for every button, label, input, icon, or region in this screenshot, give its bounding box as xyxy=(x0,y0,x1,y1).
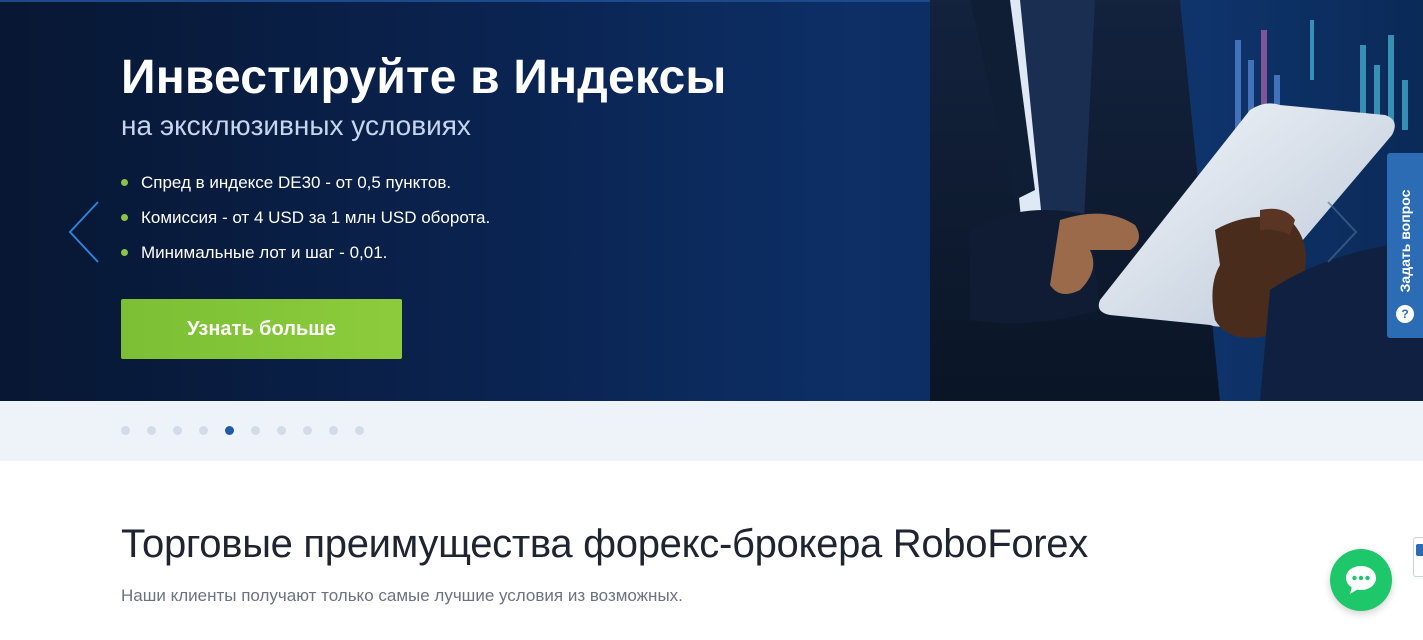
ask-question-label: Задать вопрос xyxy=(1397,189,1413,293)
hero-title: Инвестируйте в Индексы xyxy=(121,51,727,104)
chevron-right-icon xyxy=(1327,201,1358,263)
slider-dot[interactable] xyxy=(121,426,130,435)
bullet-dot-icon xyxy=(121,214,128,221)
hero-bullet-text: Комиссия - от 4 USD за 1 млн USD оборота… xyxy=(141,208,491,227)
hero-bullet: Комиссия - от 4 USD за 1 млн USD оборота… xyxy=(121,207,490,242)
advantages-subtitle: Наши клиенты получают только самые лучши… xyxy=(121,586,683,605)
widget-icon xyxy=(1416,544,1423,556)
learn-more-button[interactable]: Узнать больше xyxy=(121,299,402,359)
side-widget-tab[interactable] xyxy=(1413,537,1423,577)
slider-dot[interactable] xyxy=(199,426,208,435)
slider-next-button[interactable] xyxy=(1322,200,1362,264)
slider-dot[interactable] xyxy=(329,426,338,435)
chat-bubble-icon xyxy=(1346,566,1376,594)
slider-dot[interactable] xyxy=(303,426,312,435)
hero-bullet-text: Минимальные лот и шаг - 0,01. xyxy=(141,243,388,262)
chat-button[interactable] xyxy=(1330,549,1392,611)
advantages-title: Торговые преимущества форекс-брокера Rob… xyxy=(121,522,1088,566)
hero-bullet-text: Спред в индексе DE30 - от 0,5 пунктов. xyxy=(141,173,452,192)
slider-dot[interactable] xyxy=(173,426,182,435)
hero-banner: Инвестируйте в Индексы на эксклюзивных у… xyxy=(0,0,1423,401)
hero-bullet: Минимальные лот и шаг - 0,01. xyxy=(121,242,490,277)
slider-dot-active[interactable] xyxy=(225,426,234,435)
hero-bullet-list: Спред в индексе DE30 - от 0,5 пунктов. К… xyxy=(121,172,490,277)
question-circle-icon: ? xyxy=(1396,305,1414,323)
slider-dot[interactable] xyxy=(147,426,156,435)
slider-prev-button[interactable] xyxy=(64,200,104,264)
ask-question-tab[interactable]: Задать вопрос ? xyxy=(1387,153,1423,338)
slider-dot[interactable] xyxy=(355,426,364,435)
hero-bullet: Спред в индексе DE30 - от 0,5 пунктов. xyxy=(121,172,490,207)
slider-dots xyxy=(121,426,381,435)
slider-dot[interactable] xyxy=(277,426,286,435)
slider-dot[interactable] xyxy=(251,426,260,435)
bullet-dot-icon xyxy=(121,249,128,256)
bullet-dot-icon xyxy=(121,179,128,186)
slider-pagination-bar xyxy=(0,401,1423,461)
hero-subtitle: на эксклюзивных условиях xyxy=(121,110,471,141)
chevron-left-icon xyxy=(68,201,99,263)
